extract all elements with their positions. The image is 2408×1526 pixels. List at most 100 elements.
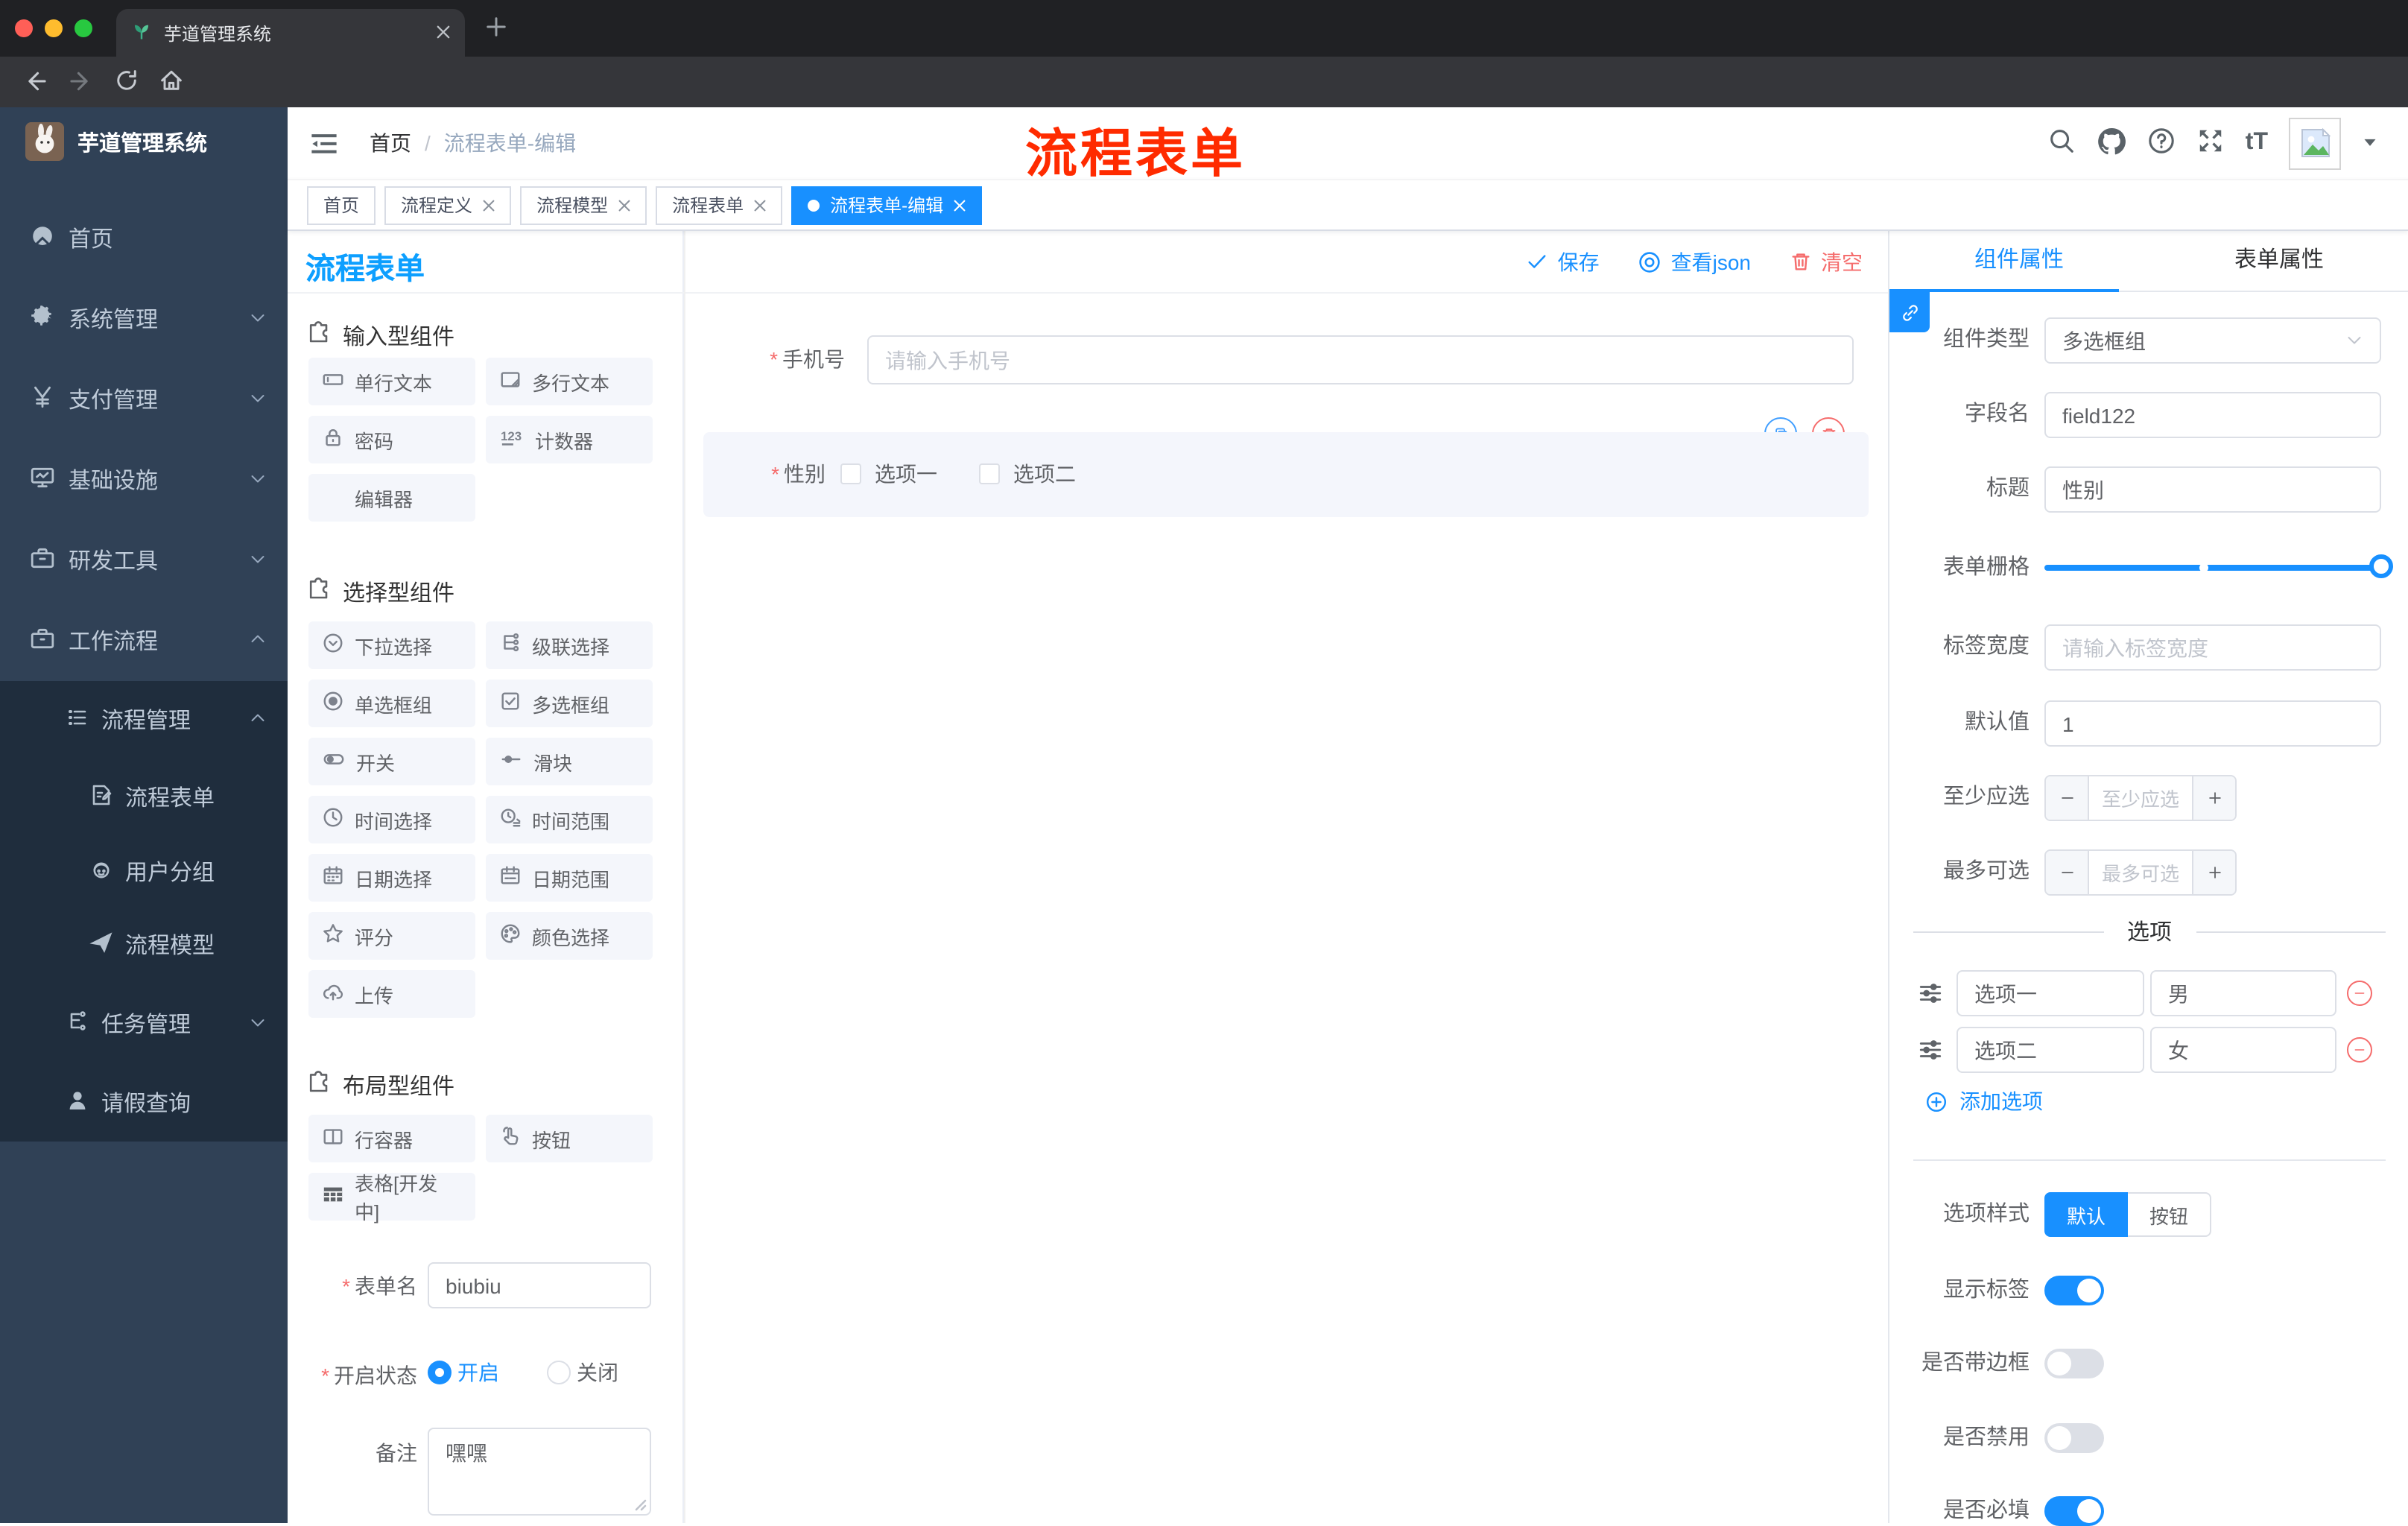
tab-close-icon[interactable] [437,22,450,43]
palette-item-select[interactable]: 下拉选择 [308,621,475,669]
collapse-sidebar-icon[interactable] [310,130,338,162]
forward-icon[interactable] [67,67,95,100]
sidebar-item-home[interactable]: 首页 [0,198,288,279]
palette-item-upload[interactable]: 上传 [308,970,475,1018]
view-json-button[interactable]: 查看json [1638,247,1751,276]
tag-home[interactable]: 首页 [307,186,376,224]
tag-close-icon[interactable] [754,194,766,215]
max-select-input[interactable]: 最多可选 [2089,851,2192,894]
label-width-input[interactable]: 请输入标签宽度 [2044,624,2381,671]
reload-icon[interactable] [113,67,140,98]
sidebar-item-process-form[interactable]: 流程表单 [0,759,288,836]
palette-item-switch[interactable]: 开关 [308,738,475,785]
home-icon[interactable] [158,67,185,98]
remove-option-icon[interactable] [2347,981,2372,1006]
plus-icon[interactable] [2192,776,2235,820]
palette-item-color-picker[interactable]: 颜色选择 [486,912,653,960]
option1-value-input[interactable]: 男 [2150,970,2336,1016]
traffic-light-close[interactable] [15,19,33,37]
palette-item-date-range[interactable]: 日期范围 [486,854,653,902]
github-icon[interactable] [2097,126,2126,160]
palette-item-table[interactable]: 表格[开发中] [308,1173,475,1223]
title-input[interactable]: 性别 [2044,466,2381,513]
min-select-input[interactable]: 至少应选 [2089,776,2192,820]
tag-close-icon[interactable] [483,194,495,215]
palette-item-checkbox-group[interactable]: 多选框组 [486,680,653,727]
default-value-input[interactable]: 1 [2044,700,2381,747]
traffic-light-minimize[interactable] [45,19,63,37]
clear-button[interactable]: 清空 [1790,247,1863,276]
plus-icon[interactable] [2192,851,2235,894]
sidebar-item-process-mgmt[interactable]: 流程管理 [0,681,288,759]
sidebar-item-workflow[interactable]: 工作流程 [0,601,288,681]
gender-checkbox-2[interactable] [979,463,1000,484]
tag-process-model[interactable]: 流程模型 [520,186,647,224]
browser-tab[interactable]: 芋道管理系统 [116,9,465,57]
breadcrumb-home[interactable]: 首页 [370,128,411,158]
tag-close-icon[interactable] [618,194,630,215]
radio-on[interactable] [428,1361,452,1384]
option2-value-input[interactable]: 女 [2150,1027,2336,1073]
palette-item-time-picker[interactable]: 时间选择 [308,796,475,843]
radio-off[interactable] [547,1361,571,1384]
palette-item-time-range[interactable]: 时间范围 [486,796,653,843]
palette-item-password[interactable]: 密码 [308,416,475,463]
palette-item-editor[interactable]: 编辑器 [308,474,475,522]
minus-icon[interactable] [2046,851,2089,894]
sidebar-item-infra[interactable]: 基础设施 [0,440,288,520]
new-tab-icon[interactable] [483,13,510,45]
grid-slider[interactable] [2044,554,2393,578]
show-label-toggle[interactable] [2044,1276,2104,1305]
option-drag-handle-icon[interactable] [1918,981,1943,1010]
palette-item-rate[interactable]: 评分 [308,912,475,960]
help-icon[interactable] [2147,127,2176,159]
search-icon[interactable] [2047,127,2076,159]
fullscreen-icon[interactable] [2196,127,2225,159]
selected-component-gender[interactable]: * 性别 选项一 选项二 [703,432,1869,517]
option-drag-handle-icon[interactable] [1918,1037,1943,1067]
option1-name-input[interactable]: 选项一 [1956,970,2144,1016]
sidebar-item-devtools[interactable]: 研发工具 [0,520,288,601]
sidebar-item-leave-query[interactable]: 请假查询 [0,1064,288,1142]
sidebar-item-user-group[interactable]: 用户分组 [0,833,288,911]
required-toggle[interactable] [2044,1496,2104,1526]
back-icon[interactable] [21,67,49,100]
palette-item-slider[interactable]: 滑块 [486,738,653,785]
sidebar-item-system[interactable]: 系统管理 [0,279,288,359]
tag-process-form-edit[interactable]: 流程表单-编辑 [791,186,983,224]
option2-name-input[interactable]: 选项二 [1956,1027,2144,1073]
palette-item-multi-text[interactable]: 多行文本 [486,358,653,405]
remove-option-icon[interactable] [2347,1037,2372,1063]
border-toggle[interactable] [2044,1349,2104,1378]
slider-handle[interactable] [2369,554,2393,578]
font-size-icon[interactable]: tT [2246,130,2268,156]
palette-item-date-picker[interactable]: 日期选择 [308,854,475,902]
palette-item-single-text[interactable]: 单行文本 [308,358,475,405]
tab-form-props[interactable]: 表单属性 [2149,231,2408,291]
palette-item-radio-group[interactable]: 单选框组 [308,680,475,727]
add-option-button[interactable]: 添加选项 [1925,1086,2043,1116]
disabled-toggle[interactable] [2044,1423,2104,1453]
tag-process-definition[interactable]: 流程定义 [384,186,512,224]
palette-item-button[interactable]: 按钮 [486,1115,653,1162]
tag-close-icon[interactable] [954,194,966,215]
form-name-input[interactable]: biubiu [428,1262,651,1308]
component-type-select[interactable]: 多选框组 [2044,317,2381,364]
save-button[interactable]: 保存 [1527,247,1600,276]
form-remark-textarea[interactable]: 嘿嘿 [428,1428,651,1516]
field-name-input[interactable]: field122 [2044,392,2381,438]
palette-item-cascader[interactable]: 级联选择 [486,621,653,669]
avatar-caret-icon[interactable] [2362,131,2378,155]
traffic-light-zoom[interactable] [75,19,92,37]
tab-component-props[interactable]: 组件属性 [1889,231,2149,291]
palette-item-row-container[interactable]: 行容器 [308,1115,475,1162]
style-default-button[interactable]: 默认 [2044,1192,2128,1237]
style-button-button[interactable]: 按钮 [2128,1192,2211,1237]
sidebar-item-task-mgmt[interactable]: 任务管理 [0,985,288,1063]
gender-checkbox-1[interactable] [840,463,861,484]
tag-process-form[interactable]: 流程表单 [656,186,783,224]
sidebar-item-payment[interactable]: 支付管理 [0,359,288,440]
minus-icon[interactable] [2046,776,2089,820]
avatar[interactable] [2289,117,2341,169]
phone-field-input[interactable]: 请输入手机号 [867,335,1854,384]
